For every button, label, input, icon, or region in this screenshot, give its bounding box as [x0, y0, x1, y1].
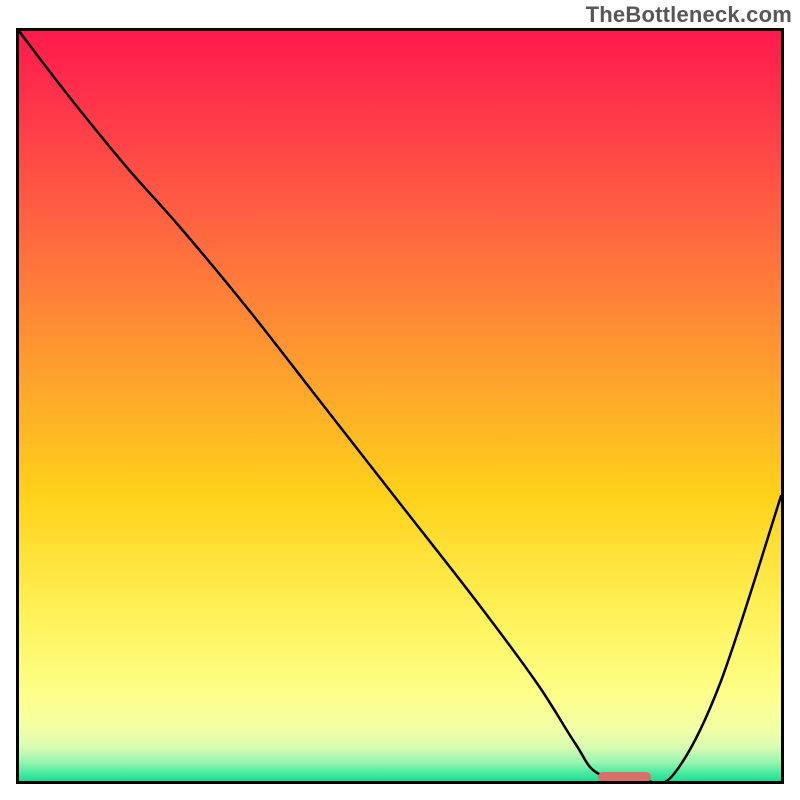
chart-area	[16, 28, 784, 784]
optimal-range-marker	[598, 772, 651, 782]
watermark-text: TheBottleneck.com	[586, 2, 792, 28]
bottleneck-curve	[19, 31, 781, 781]
